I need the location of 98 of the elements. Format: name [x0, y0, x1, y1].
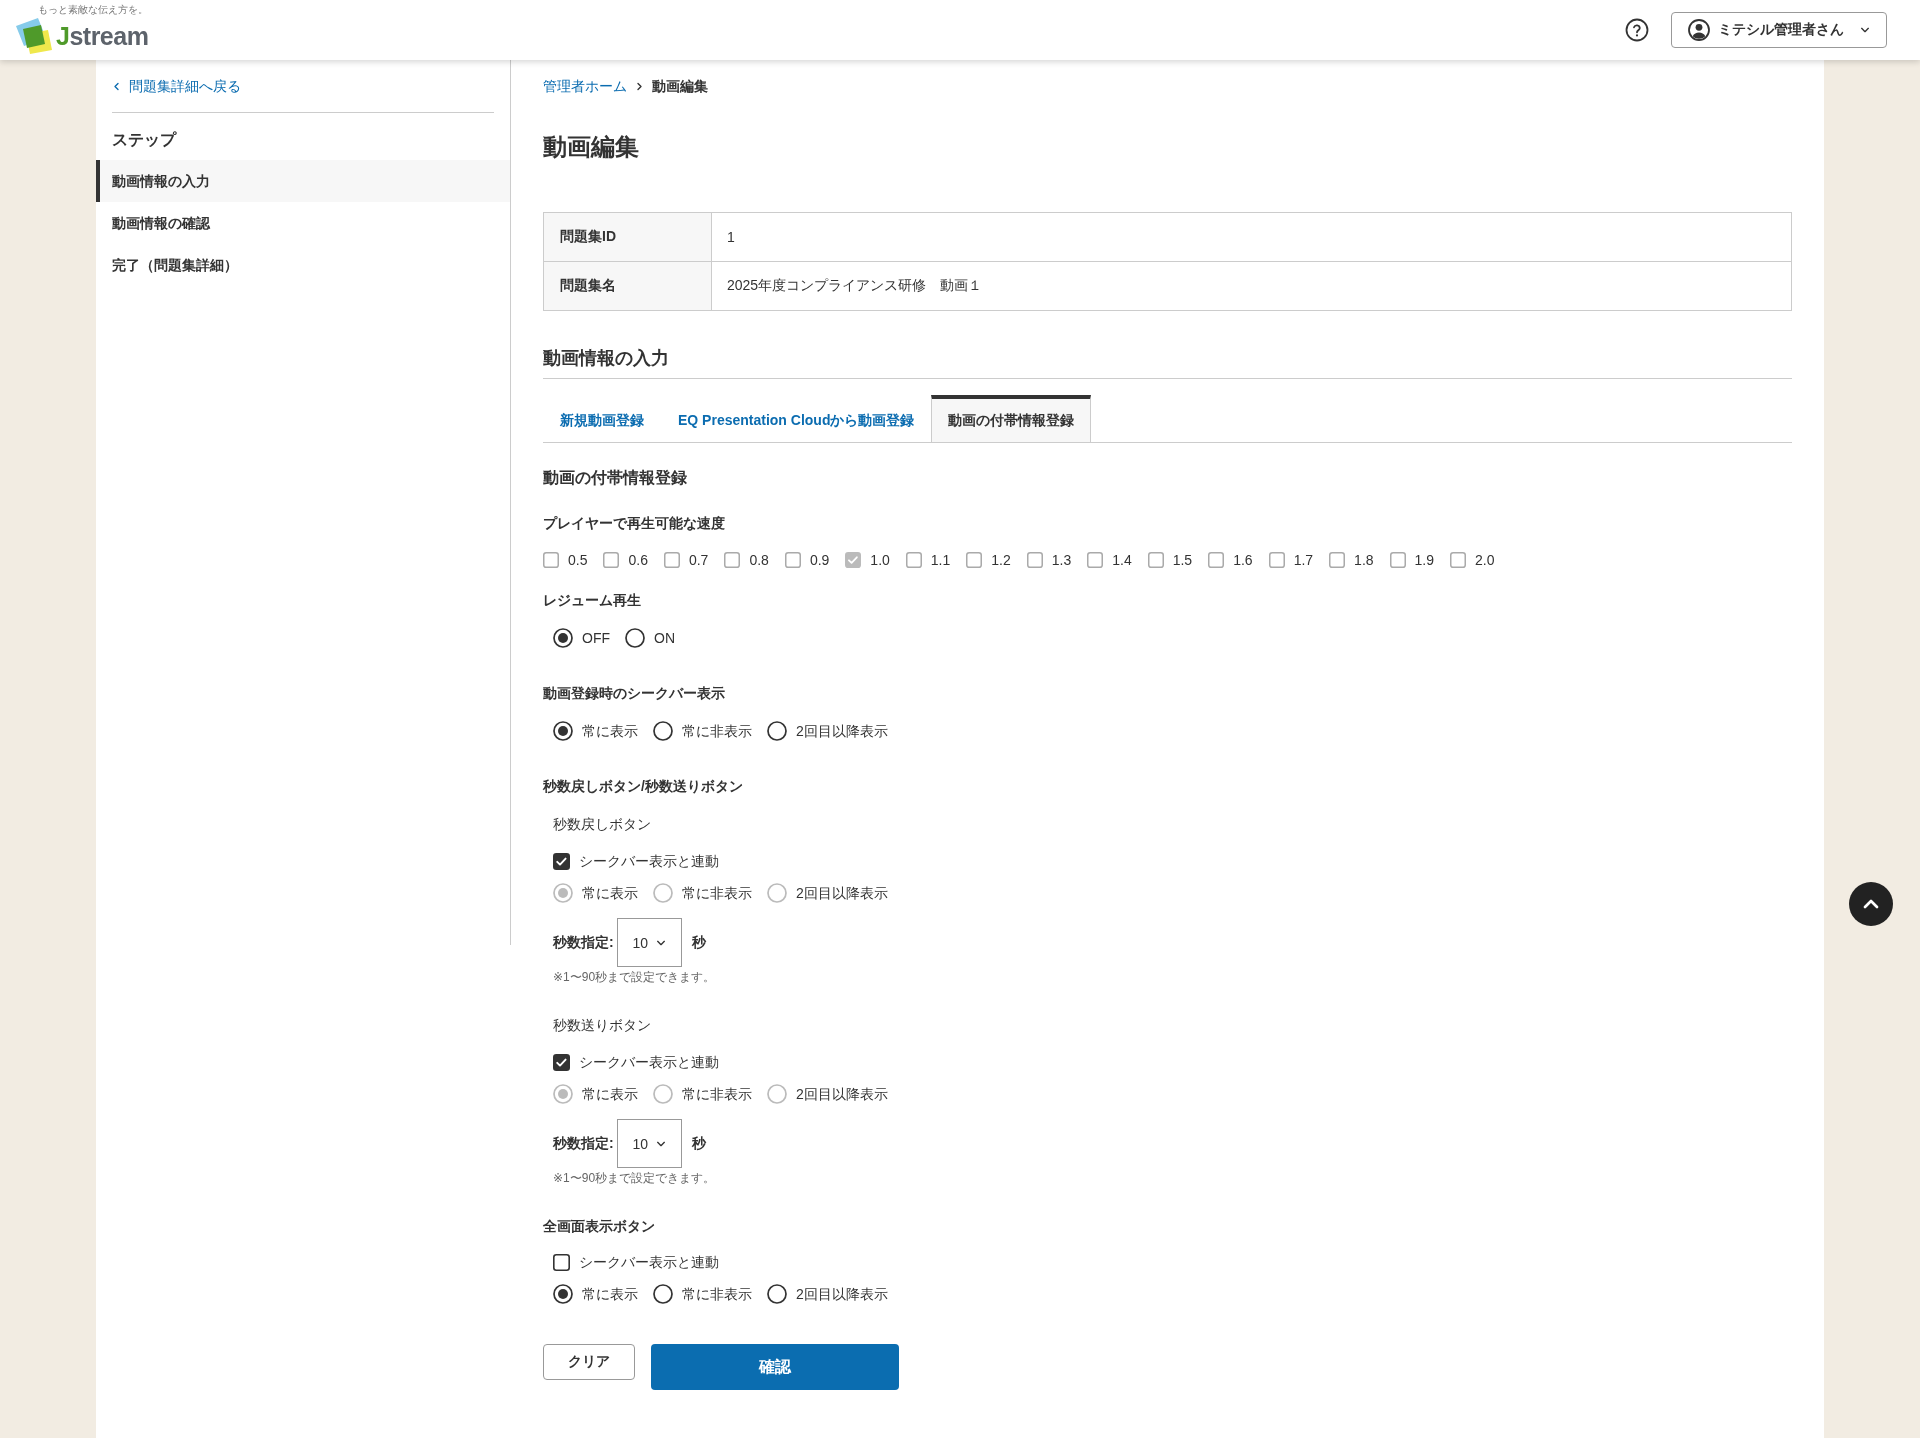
field-label: 全画面表示ボタン: [543, 1217, 656, 1236]
radio-button[interactable]: [553, 721, 573, 741]
checkbox[interactable]: [553, 1053, 570, 1071]
tab[interactable]: 動画の付帯情報登録: [931, 395, 1092, 442]
unit-label: 秒: [691, 933, 706, 952]
logo-text: Jstream: [56, 21, 149, 51]
radio-button[interactable]: [553, 628, 573, 648]
radio-label[interactable]: 常に表示: [582, 721, 638, 741]
checkbox-label[interactable]: 2.0: [1475, 550, 1495, 570]
radio-label[interactable]: ON: [654, 628, 675, 648]
chevron-right-icon: [635, 81, 644, 91]
checkbox-label[interactable]: 1.5: [1172, 550, 1193, 570]
chevron-down-icon: [1860, 25, 1870, 35]
checkbox-label[interactable]: シークバー表示と連動: [579, 1252, 719, 1272]
checkbox[interactable]: [1087, 552, 1104, 568]
unit-label: 秒: [691, 1134, 706, 1153]
confirm-button[interactable]: 確認: [651, 1344, 899, 1390]
checkbox[interactable]: [603, 552, 620, 568]
checkbox[interactable]: [724, 552, 741, 568]
checkbox-label[interactable]: 1.8: [1354, 550, 1374, 570]
section-title: 動画情報の入力: [543, 345, 1792, 379]
user-menu-button[interactable]: ミテシル管理者さん: [1671, 12, 1887, 48]
group-title: 秒数戻しボタン: [552, 815, 652, 834]
logo-mark-icon: [14, 16, 54, 56]
radio-label[interactable]: 常に非表示: [682, 1284, 752, 1304]
checkbox[interactable]: [1389, 552, 1406, 568]
checkbox[interactable]: [663, 552, 680, 568]
chevron-left-icon: [112, 81, 121, 91]
checkbox[interactable]: [966, 552, 983, 568]
hint-text: ※1〜90秒まで設定できます。: [552, 969, 717, 986]
checkbox-label[interactable]: 0.7: [688, 550, 709, 570]
step-item[interactable]: 動画情報の入力: [96, 160, 510, 202]
checkbox[interactable]: [1329, 552, 1346, 568]
user-icon: [1688, 19, 1710, 41]
table-header-cell: 問題集名: [543, 261, 712, 311]
checkbox[interactable]: [553, 852, 570, 870]
field-label: レジューム再生: [543, 591, 642, 610]
checkbox-label[interactable]: 1.3: [1051, 550, 1072, 570]
checkbox[interactable]: [1026, 552, 1043, 568]
checkbox-label[interactable]: 1.9: [1414, 550, 1435, 570]
field-label: 秒数戻しボタン/秒数送りボタン: [543, 777, 744, 796]
table-header-cell: 問題集ID: [543, 212, 712, 262]
step-item[interactable]: 完了（問題集詳細）: [96, 244, 510, 286]
checkbox[interactable]: [1450, 552, 1467, 568]
tab[interactable]: EQ Presentation Cloudから動画登録: [661, 395, 932, 442]
back-link[interactable]: 問題集詳細へ戻る: [112, 76, 241, 96]
checkbox[interactable]: [784, 552, 801, 568]
checkbox[interactable]: [845, 552, 862, 568]
breadcrumb-current: 動画編集: [652, 77, 708, 96]
checkbox-label[interactable]: 1.2: [991, 550, 1011, 570]
checkbox[interactable]: [1147, 552, 1164, 568]
checkbox[interactable]: [905, 552, 922, 568]
checkbox[interactable]: [543, 552, 559, 568]
logo-tagline: もっと素敵な伝え方を。: [38, 4, 148, 16]
page-title: 動画編集: [543, 132, 640, 162]
form-title: 動画の付帯情報登録: [543, 468, 688, 488]
checkbox-label[interactable]: 1.0: [870, 550, 890, 570]
table-cell: 1: [711, 212, 1792, 262]
steps-heading: ステップ: [112, 130, 178, 150]
table-cell: 2025年度コンプライアンス研修 動画１: [711, 261, 1792, 311]
checkbox-label[interactable]: 0.8: [749, 550, 769, 570]
breadcrumb-link[interactable]: 管理者ホーム: [543, 76, 627, 96]
seconds-select[interactable]: 10: [616, 1119, 682, 1168]
checkbox[interactable]: [1208, 552, 1225, 568]
checkbox-label[interactable]: シークバー表示と連動: [579, 1052, 719, 1072]
checkbox[interactable]: [1268, 552, 1285, 568]
checkbox-label[interactable]: シークバー表示と連動: [579, 851, 719, 871]
checkbox-label[interactable]: 1.7: [1293, 550, 1314, 570]
radio-button[interactable]: [653, 1284, 673, 1304]
group-title: 秒数送りボタン: [552, 1016, 652, 1035]
field-label: プレイヤーで再生可能な速度: [543, 514, 726, 533]
radio-button[interactable]: [767, 721, 787, 741]
scroll-to-top-button[interactable]: [1849, 882, 1893, 926]
seconds-select[interactable]: 10: [616, 918, 682, 967]
help-icon[interactable]: [1625, 18, 1649, 42]
checkbox[interactable]: [553, 1253, 570, 1271]
radio-button[interactable]: [625, 628, 645, 648]
checkbox-label[interactable]: 0.5: [568, 550, 588, 570]
field-label: 動画登録時のシークバー表示: [543, 684, 726, 703]
radio-label[interactable]: 2回目以降表示: [796, 1284, 888, 1304]
radio-button[interactable]: [653, 721, 673, 741]
radio-label[interactable]: 常に表示: [582, 1284, 638, 1304]
checkbox-label[interactable]: 0.9: [809, 550, 830, 570]
radio-label[interactable]: 2回目以降表示: [796, 721, 888, 741]
checkbox-label[interactable]: 1.4: [1112, 550, 1132, 570]
tab[interactable]: 新規動画登録: [543, 395, 661, 442]
seconds-label: 秒数指定:: [553, 1134, 614, 1153]
checkbox-label[interactable]: 0.6: [628, 550, 648, 570]
checkbox-label[interactable]: 1.1: [930, 550, 951, 570]
radio-button[interactable]: [553, 1284, 573, 1304]
seconds-label: 秒数指定:: [553, 933, 614, 952]
hint-text: ※1〜90秒まで設定できます。: [552, 1170, 717, 1187]
radio-label[interactable]: 常に非表示: [682, 721, 752, 741]
step-item[interactable]: 動画情報の確認: [96, 202, 510, 244]
clear-button[interactable]: クリア: [543, 1344, 635, 1380]
radio-button[interactable]: [767, 1284, 787, 1304]
radio-label[interactable]: OFF: [582, 628, 610, 648]
checkbox-label[interactable]: 1.6: [1233, 550, 1253, 570]
